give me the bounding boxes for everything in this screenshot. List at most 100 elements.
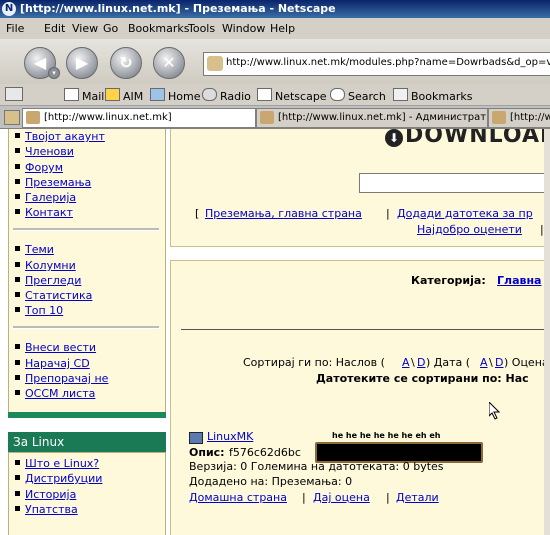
sidebar-item[interactable]: Форум: [15, 161, 63, 174]
link-separator: |: [302, 491, 306, 504]
downloads-list-box: Категорија: Главна Сортирај ги по: Насло…: [170, 260, 550, 535]
download-arrow-icon: ⬇: [385, 129, 403, 147]
sidebar-item[interactable]: Членови: [15, 145, 74, 158]
menu-window[interactable]: Window: [222, 22, 265, 35]
sidebar-item[interactable]: Теми: [15, 243, 54, 256]
sidebar-item[interactable]: Препорачај не: [15, 372, 108, 385]
stop-button[interactable]: ✕: [153, 47, 185, 79]
sidebar-item[interactable]: Што е Linux?: [15, 457, 99, 470]
overlay-text: he he he he he he eh eh: [332, 431, 441, 440]
forward-button[interactable]: ▶: [66, 47, 98, 79]
home-button[interactable]: Home: [150, 88, 200, 103]
sidebar-box-bottom: [8, 412, 166, 418]
search-input[interactable]: [359, 173, 547, 193]
description-value: f576c62d6bc: [229, 446, 301, 459]
page-content: Твојот акаунт Членови Форум Преземања Га…: [0, 129, 550, 535]
downloads-logo: DOWNLOADS: [405, 129, 550, 148]
sidebar-item[interactable]: Топ 10: [15, 304, 63, 317]
sidebar-item[interactable]: Твојот акаунт: [15, 130, 105, 143]
sorted-by-text: Датотеките се сортирани по: Нас: [316, 372, 529, 385]
search-button[interactable]: Search: [330, 88, 386, 103]
sort-prefix: Сортирај ги по: Наслов (: [243, 356, 385, 369]
description-label: Опис:: [189, 446, 225, 459]
downloads-header-box: ⬇ DOWNLOADS [ Преземања, главна страна |…: [170, 129, 550, 247]
sidebar-item[interactable]: Историја: [15, 488, 76, 501]
tab-1[interactable]: [http://www.linux.net.mk]: [22, 108, 256, 128]
sort-date-asc[interactable]: A: [480, 356, 488, 369]
downloads-main-link[interactable]: Преземања, главна страна: [205, 207, 362, 220]
menu-file[interactable]: File: [6, 22, 24, 35]
sidebar-item[interactable]: Дистрибуции: [15, 472, 102, 485]
nav-separator: |: [386, 207, 390, 220]
tab-2[interactable]: [http://www.linux.net.mk] - Администрат.…: [256, 108, 488, 128]
navigation-toolbar: ◀ ▾ ▶ ↻ ✕ http://www.linux.net.mk/module…: [0, 39, 550, 85]
sort-backslash: \: [411, 356, 415, 369]
category-label: Категорија:: [411, 274, 486, 287]
file-icon: [189, 432, 203, 444]
tab-site-icon: [260, 111, 274, 124]
sidebar-item[interactable]: Нарачај CD: [15, 357, 90, 370]
menu-edit[interactable]: Edit: [44, 22, 65, 35]
add-file-link[interactable]: Додади датотека за пр: [397, 207, 533, 220]
homepage-link[interactable]: Домашна страна: [189, 491, 287, 504]
sidebar-item[interactable]: Прегледи: [15, 274, 81, 287]
menu-go[interactable]: Go: [103, 22, 118, 35]
menu-view[interactable]: View: [72, 22, 98, 35]
top-rated-link[interactable]: Најдобро оценети: [417, 223, 522, 236]
radio-button[interactable]: Radio: [202, 88, 251, 103]
sort-title-desc[interactable]: D: [417, 356, 425, 369]
sidebar-item[interactable]: Внеси вести: [15, 341, 96, 354]
page-scrollbar[interactable]: [544, 129, 550, 535]
tab-3[interactable]: [http://www.li: [488, 108, 550, 128]
category-link[interactable]: Главна: [497, 274, 541, 287]
menu-tools[interactable]: Tools: [188, 22, 215, 35]
sort-backslash: \: [489, 356, 493, 369]
sort-date-label: ) Датa (: [426, 356, 471, 369]
window-title: [http://www.linux.net.mk] - Преземања - …: [20, 2, 336, 15]
divider: [13, 228, 159, 231]
sort-title-asc[interactable]: A: [402, 356, 410, 369]
sidebar-menu: Твојот акаунт Членови Форум Преземања Га…: [8, 129, 166, 414]
forward-arrow-icon: ▶: [75, 53, 89, 72]
sidebar-item[interactable]: Преземања: [15, 176, 91, 189]
toolbar-grip-icon[interactable]: [5, 87, 26, 103]
mail-icon: [64, 88, 79, 101]
new-tab-icon[interactable]: [4, 110, 20, 125]
mouse-cursor-icon: [488, 400, 501, 420]
sidebar-item[interactable]: Статистика: [15, 289, 92, 302]
netscape-my-icon: [257, 88, 272, 101]
sidebar-item[interactable]: Колумни: [15, 259, 76, 272]
sidebar-item[interactable]: Контакт: [15, 206, 73, 219]
details-link[interactable]: Детали: [396, 491, 439, 504]
mail-button[interactable]: Mail: [64, 88, 104, 103]
site-identity-icon: [207, 56, 223, 71]
netscape-button[interactable]: Netscape: [257, 88, 327, 103]
url-text: http://www.linux.net.mk/modules.php?name…: [226, 57, 550, 68]
bookmarks-button[interactable]: Bookmarks: [393, 88, 472, 103]
menu-bookmarks[interactable]: Bookmarks: [128, 22, 189, 35]
nav-bracket-open: [: [195, 207, 200, 220]
added-downloads-line: Додадено на: Преземања: 0: [189, 475, 353, 488]
sidebar-item[interactable]: Упатства: [15, 503, 78, 516]
title-bar: N [http://www.linux.net.mk] - Преземања …: [0, 0, 550, 18]
tab-site-icon: [492, 111, 506, 124]
menu-bar: File Edit View Go Bookmarks Tools Window…: [0, 18, 550, 40]
aim-button[interactable]: AIM: [105, 88, 143, 103]
forlinux-box: Што е Linux? Дистрибуции Историја Упатст…: [8, 452, 166, 535]
reload-button[interactable]: ↻: [110, 47, 142, 79]
radio-icon: [202, 88, 217, 101]
file-title-link[interactable]: LinuxMK: [207, 430, 253, 443]
rate-link[interactable]: Дај оцена: [313, 491, 370, 504]
aim-icon: [105, 88, 120, 101]
link-separator: |: [386, 491, 390, 504]
sidebar-item[interactable]: OCCM листа: [15, 387, 95, 400]
menu-help[interactable]: Help: [270, 22, 295, 35]
sort-date-desc[interactable]: D: [495, 356, 503, 369]
personal-toolbar: Mail AIM Home Radio Netscape Search Book…: [0, 84, 550, 106]
tab-bar: [http://www.linux.net.mk] [http://www.li…: [0, 106, 550, 129]
sidebar-item[interactable]: Галерија: [15, 191, 76, 204]
back-history-dropdown[interactable]: ▾: [48, 67, 60, 79]
home-icon: [150, 88, 165, 101]
bookmarks-icon: [393, 88, 408, 101]
url-field[interactable]: http://www.linux.net.mk/modules.php?name…: [203, 52, 550, 76]
